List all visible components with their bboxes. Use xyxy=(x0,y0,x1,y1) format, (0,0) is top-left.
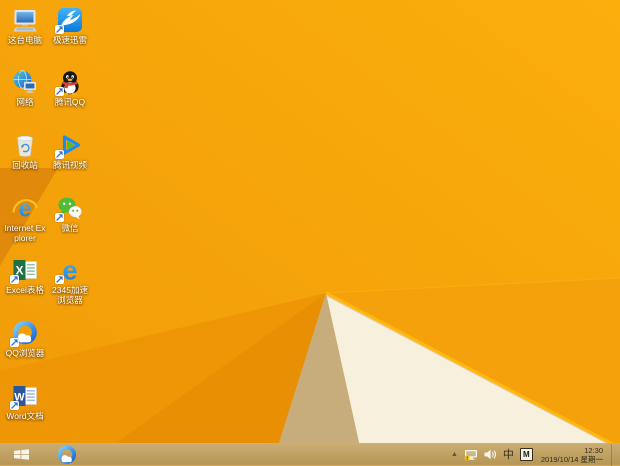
taskbar-pinned-qq-browser[interactable] xyxy=(50,444,84,466)
excel-icon: X xyxy=(10,257,38,284)
desktop-icon-tencent-qq[interactable]: 腾讯QQ xyxy=(48,69,92,107)
desktop-icon-browser-2345[interactable]: e 2345加速浏览器 xyxy=(48,257,92,305)
clock-time: 12:30 xyxy=(584,445,603,455)
ime-language-indicator[interactable]: 中 xyxy=(503,444,514,466)
desktop-icon-label: QQ浏览器 xyxy=(5,348,45,358)
2345-browser-e-icon: e xyxy=(55,257,83,284)
desktop-icon-internet-explorer[interactable]: e Internet Explorer xyxy=(3,195,47,244)
tray-chevron-up-icon[interactable]: ▲ xyxy=(451,444,458,466)
wechat-bubbles-icon xyxy=(55,195,83,222)
shortcut-arrow-icon xyxy=(55,275,64,284)
svg-text:e: e xyxy=(62,257,77,283)
desktop-icon-excel[interactable]: X Excel表格 xyxy=(3,257,47,295)
desktop-icon-wechat[interactable]: 微信 xyxy=(48,195,92,233)
desktop-icon-label: 腾讯QQ xyxy=(54,97,86,107)
desktop-icon-word[interactable]: W Word文档 xyxy=(3,383,47,421)
desktop-icon-this-pc[interactable]: 这台电脑 xyxy=(3,7,47,45)
desktop-icon-recycle-bin[interactable]: 回收站 xyxy=(3,132,47,170)
shortcut-arrow-icon xyxy=(55,87,64,96)
desktop-icon-label: 极速迅雷 xyxy=(52,35,87,45)
windows-logo-icon xyxy=(13,449,29,460)
ie-icon: e xyxy=(12,195,38,221)
desktop-icon-label: Excel表格 xyxy=(6,285,44,295)
desktop-icon-grid: 这台电脑 极速迅雷 网络 腾讯QQ 回收站 腾讯视频 e Internet Explorer 微… xyxy=(0,0,620,443)
qq-browser-icon xyxy=(10,320,38,347)
shortcut-arrow-icon xyxy=(10,401,19,410)
thunder-bird-icon xyxy=(55,7,83,34)
desktop-icon-label: 网络 xyxy=(16,97,34,107)
desktop-icon-label: 这台电脑 xyxy=(7,35,42,45)
ime-mspy-icon[interactable]: M xyxy=(519,444,533,466)
recycle-bin-icon xyxy=(12,132,38,158)
shortcut-arrow-icon xyxy=(55,213,64,222)
shortcut-arrow-icon xyxy=(55,25,64,34)
desktop-icon-label: 腾讯视频 xyxy=(52,160,87,170)
network-globe-icon xyxy=(12,69,38,95)
desktop-icon-qq-browser[interactable]: QQ浏览器 xyxy=(3,320,47,358)
network-status-icon[interactable] xyxy=(464,444,478,466)
start-button[interactable] xyxy=(5,444,37,466)
volume-icon[interactable] xyxy=(484,444,497,466)
shortcut-arrow-icon xyxy=(10,338,19,347)
clock-date: 2019/10/14 星期一 xyxy=(540,454,603,464)
desktop-icon-label: 2345加速浏览器 xyxy=(52,285,88,305)
system-tray: ▲ 中 M 12:30 2019/10/14 星期一 xyxy=(451,443,620,466)
taskbar-clock[interactable]: 12:30 2019/10/14 星期一 xyxy=(539,446,603,464)
desktop-icon-label: Internet Explorer xyxy=(4,223,46,243)
desktop-icon-label: Word文档 xyxy=(6,411,44,421)
taskbar: ▲ 中 M 12:30 2019/10/14 星期一 xyxy=(0,443,620,466)
desktop-icon-label: 微信 xyxy=(61,223,79,233)
shortcut-arrow-icon xyxy=(55,150,64,159)
desktop-icon-label: 回收站 xyxy=(12,160,38,170)
qq-penguin-icon xyxy=(55,69,83,96)
word-icon: W xyxy=(10,383,38,410)
desktop-icon-thunder[interactable]: 极速迅雷 xyxy=(48,7,92,45)
shortcut-arrow-icon xyxy=(10,275,19,284)
tencent-video-play-icon xyxy=(55,132,83,159)
desktop-icon-tencent-video[interactable]: 腾讯视频 xyxy=(48,132,92,170)
show-desktop-button[interactable] xyxy=(611,443,615,466)
desktop-icon-network[interactable]: 网络 xyxy=(3,69,47,107)
this-pc-icon xyxy=(12,7,38,33)
